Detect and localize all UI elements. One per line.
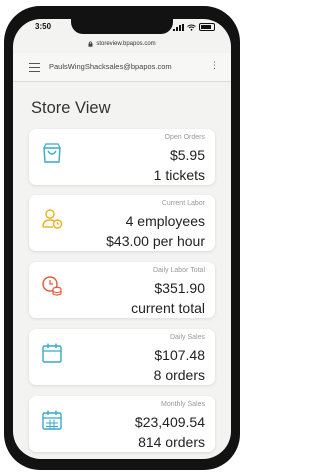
page-title: Store View <box>31 99 111 117</box>
status-indicators <box>173 23 215 31</box>
account-email: PaulsWingShacksales@bpapos.com <box>49 62 172 71</box>
card-value: $5.95 <box>169 147 205 163</box>
phone-frame: 3:50 storeview.bpapos.com PaulsWingShack… <box>4 6 240 470</box>
battery-icon <box>199 23 215 31</box>
wifi-icon <box>187 24 196 31</box>
card-subvalue: 8 orders <box>153 367 205 383</box>
daily-sales-card[interactable]: Daily Sales $107.48 8 orders <box>29 329 215 385</box>
coins-clock-icon <box>42 276 62 296</box>
calendar-icon <box>42 343 62 363</box>
card-label: Daily Labor Total <box>152 267 205 274</box>
daily-labor-total-card[interactable]: Daily Labor Total $351.90 current total <box>29 262 215 318</box>
current-labor-card[interactable]: Current Labor 4 employees $43.00 per hou… <box>29 195 215 251</box>
phone-screen: 3:50 storeview.bpapos.com PaulsWingShack… <box>13 19 231 459</box>
card-label: Current Labor <box>161 200 205 207</box>
card-subvalue: current total <box>131 300 205 316</box>
card-label: Monthly Sales <box>161 401 205 408</box>
user-clock-icon <box>42 209 63 229</box>
signal-icon <box>173 23 184 31</box>
card-value: $107.48 <box>154 347 205 363</box>
card-subvalue: 1 tickets <box>153 167 205 183</box>
card-subvalue: 814 orders <box>138 434 205 450</box>
app-header: PaulsWingShacksales@bpapos.com ⋮ <box>13 53 231 82</box>
card-value: 4 employees <box>125 213 205 229</box>
monthly-sales-card[interactable]: Monthly Sales $23,409.54 814 orders <box>29 396 215 452</box>
card-subvalue: $43.00 per hour <box>106 233 205 249</box>
card-value: $23,409.54 <box>134 414 205 430</box>
status-time: 3:50 <box>35 22 52 31</box>
hamburger-menu-icon[interactable] <box>29 63 40 72</box>
open-orders-card[interactable]: Open Orders $5.95 1 tickets <box>29 129 215 185</box>
address-bar[interactable]: storeview.bpapos.com <box>13 37 231 51</box>
card-label: Open Orders <box>164 134 205 141</box>
shopping-bag-icon <box>43 143 61 163</box>
more-options-icon[interactable]: ⋮ <box>210 61 219 70</box>
lock-icon <box>88 41 93 47</box>
card-value: $351.90 <box>154 280 205 296</box>
calendar-grid-icon <box>42 410 62 430</box>
phone-notch <box>71 19 173 34</box>
card-label: Daily Sales <box>169 334 205 341</box>
url-text: storeview.bpapos.com <box>96 41 156 47</box>
status-bar: 3:50 <box>13 19 231 37</box>
